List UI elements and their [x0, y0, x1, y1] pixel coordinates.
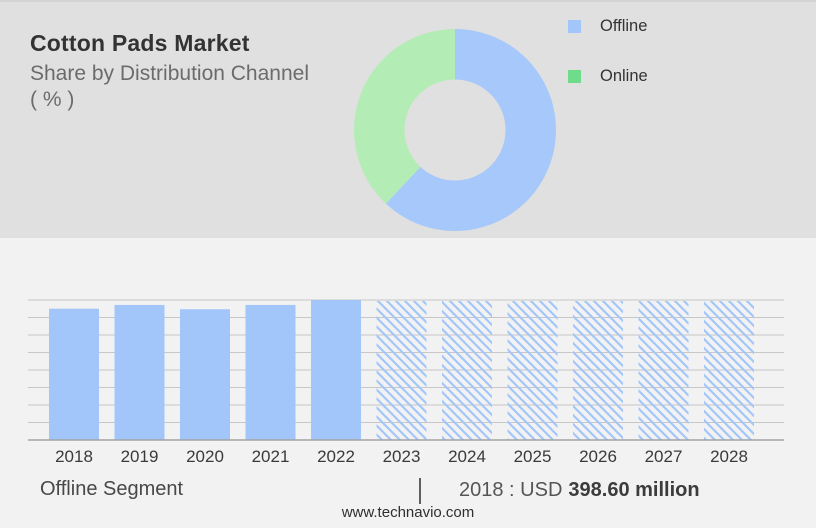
forecast-bar-2023: [376, 300, 427, 440]
x-axis-label-2021: 2021: [252, 447, 290, 466]
legend: Offline Online: [568, 17, 648, 119]
x-axis-label-2018: 2018: [55, 447, 93, 466]
forecast-bar-2028: [704, 300, 754, 440]
heading-block: Cotton Pads Market Share by Distribution…: [30, 29, 309, 113]
bar-2018: [49, 308, 99, 440]
page-title: Cotton Pads Market: [30, 30, 250, 56]
footer-separator: |: [419, 478, 421, 504]
legend-label-online: Online: [600, 67, 648, 85]
value-prefix: 2018 : USD: [459, 479, 563, 501]
x-axis-label-2023: 2023: [383, 447, 421, 466]
subtitle-line2: ( % ): [30, 88, 75, 111]
bar-2022: [311, 300, 361, 440]
footer-value: 2018 : USD 398.60 million: [459, 479, 700, 502]
x-axis-label-2019: 2019: [121, 447, 159, 466]
x-axis-label-2020: 2020: [186, 447, 224, 466]
website-url: www.technavio.com: [341, 504, 475, 521]
x-axis-label-2027: 2027: [645, 447, 683, 466]
legend-swatch-offline-icon: [568, 20, 581, 33]
bar-chart: 2018 2019 2020 2021 2022 2023 2024 2025 2026 2027…: [28, 299, 784, 466]
legend-item-offline: Offline: [568, 17, 648, 35]
header-panel: Cotton Pads Market Share by Distribution…: [0, 0, 816, 238]
page-subtitle: Share by Distribution Channel ( % ): [30, 61, 309, 113]
legend-swatch-online-icon: [568, 70, 581, 83]
value-amount: 398.60 million: [568, 479, 700, 501]
forecast-bar-2026: [573, 300, 623, 440]
bar-2020: [180, 309, 230, 440]
x-axis-label-2024: 2024: [448, 447, 486, 466]
x-axis-label-2028: 2028: [710, 447, 748, 466]
x-axis-label-2026: 2026: [579, 447, 617, 466]
forecast-bar-2027: [638, 300, 689, 440]
legend-item-online: Online: [568, 67, 648, 85]
legend-label-offline: Offline: [600, 17, 648, 35]
forecast-bar-2025: [507, 300, 558, 440]
donut-chart: [354, 29, 556, 231]
subtitle-line1: Share by Distribution Channel: [30, 62, 309, 85]
bar-2021: [245, 304, 296, 440]
donut-segment-online: [354, 29, 455, 204]
infographic-page: Cotton Pads Market Share by Distribution…: [0, 0, 816, 528]
x-axis-label-2025: 2025: [514, 447, 552, 466]
bar-chart-panel: 2018 2019 2020 2021 2022 2023 2024 2025 2026 2027…: [0, 238, 816, 528]
bar-2019: [114, 304, 165, 440]
forecast-bar-2024: [442, 300, 492, 440]
segment-label: Offline Segment: [40, 478, 184, 500]
x-axis-label-2022: 2022: [317, 447, 355, 466]
